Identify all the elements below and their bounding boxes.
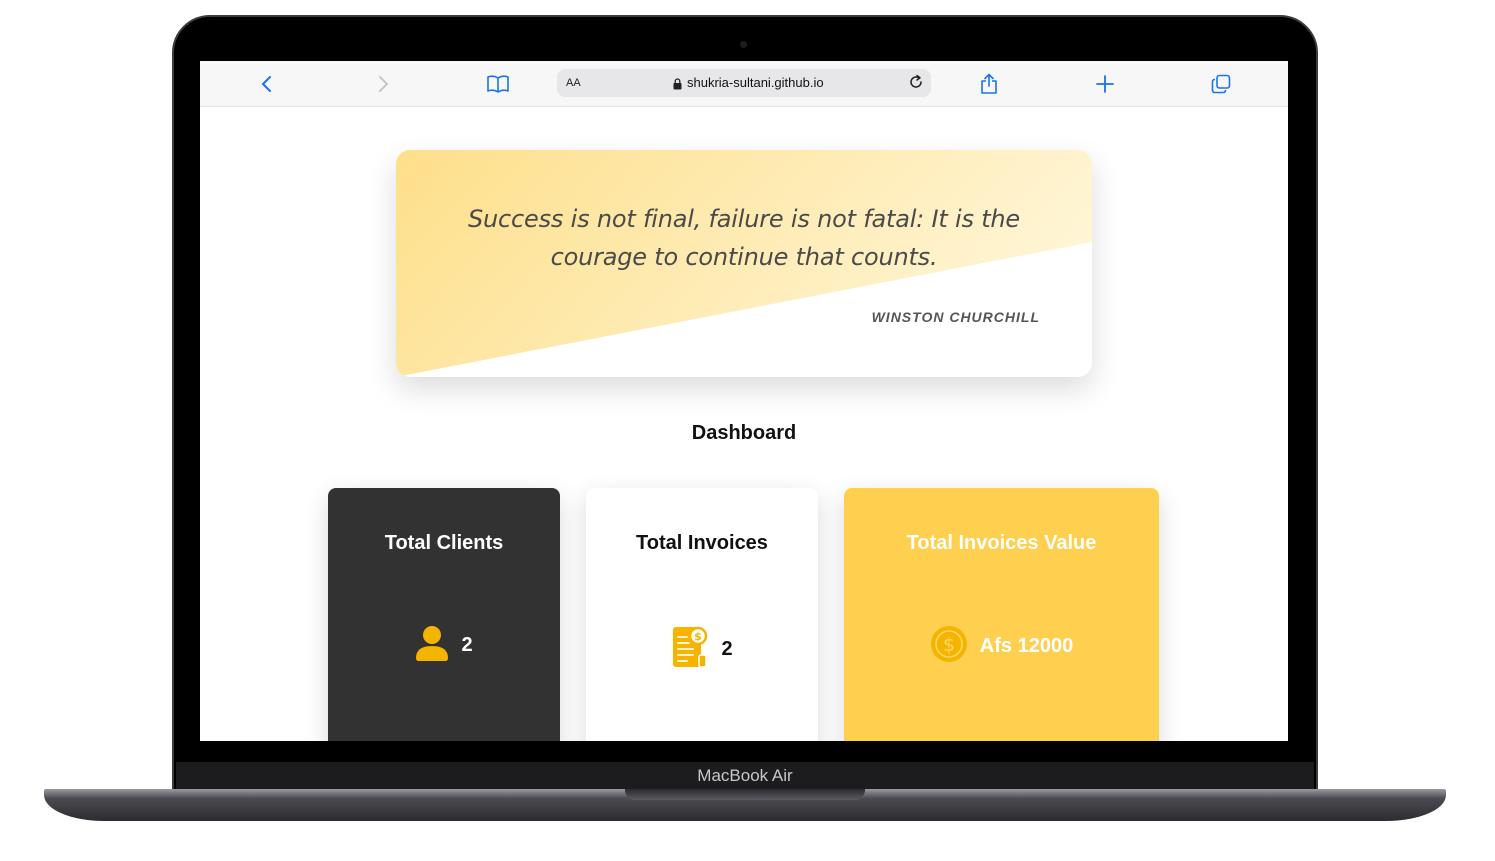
laptop-chin: MacBook Air	[176, 762, 1314, 789]
reload-icon[interactable]	[908, 74, 924, 95]
total-invoices-card[interactable]: Total Invoices $ 2	[586, 488, 818, 741]
svg-text:$: $	[695, 630, 703, 643]
back-icon[interactable]	[256, 73, 278, 95]
total-clients-card[interactable]: Total Clients 2	[328, 488, 560, 741]
card-value-row: $ 2	[586, 625, 818, 674]
device-label: MacBook Air	[697, 766, 793, 785]
browser-screen: AA shukria-sultani.github.io Success is …	[200, 61, 1288, 741]
forward-icon[interactable]	[372, 73, 394, 95]
camera	[740, 41, 747, 48]
quote-text: Success is not final, failure is not fat…	[468, 205, 1020, 271]
dashboard-title: Dashboard	[691, 422, 797, 444]
card-title: Total Clients	[384, 532, 504, 554]
browser-toolbar: AA shukria-sultani.github.io	[200, 61, 1288, 107]
address-bar[interactable]: AA shukria-sultani.github.io	[557, 69, 931, 97]
card-value-row: $ Afs 12000	[844, 625, 1159, 668]
card-value: Afs 12000	[979, 635, 1074, 657]
card-title: Total Invoices	[636, 532, 768, 554]
new-tab-icon[interactable]	[1094, 73, 1116, 95]
url-text[interactable]: shukria-sultani.github.io	[687, 75, 824, 90]
invoice-icon: $	[671, 625, 709, 674]
tabs-icon[interactable]	[1210, 73, 1232, 95]
bookmarks-icon[interactable]	[487, 73, 509, 95]
lock-icon	[673, 77, 682, 95]
share-icon[interactable]	[978, 73, 1000, 95]
laptop-notch	[625, 789, 865, 800]
total-invoices-value-card[interactable]: Total Invoices Value $ Afs 12000	[844, 488, 1159, 741]
text-size-button[interactable]: AA	[566, 77, 581, 89]
user-icon	[415, 625, 449, 666]
card-value: 2	[721, 638, 733, 660]
card-title: Total Invoices Value	[906, 532, 1097, 554]
card-value-row: 2	[328, 625, 560, 666]
quote-card: Success is not final, failure is not fat…	[396, 150, 1092, 377]
coin-icon: $	[930, 625, 968, 668]
card-value: 2	[461, 634, 473, 656]
quote-author: WINSTON CHURCHILL	[871, 309, 1040, 325]
svg-text:$: $	[943, 634, 955, 656]
